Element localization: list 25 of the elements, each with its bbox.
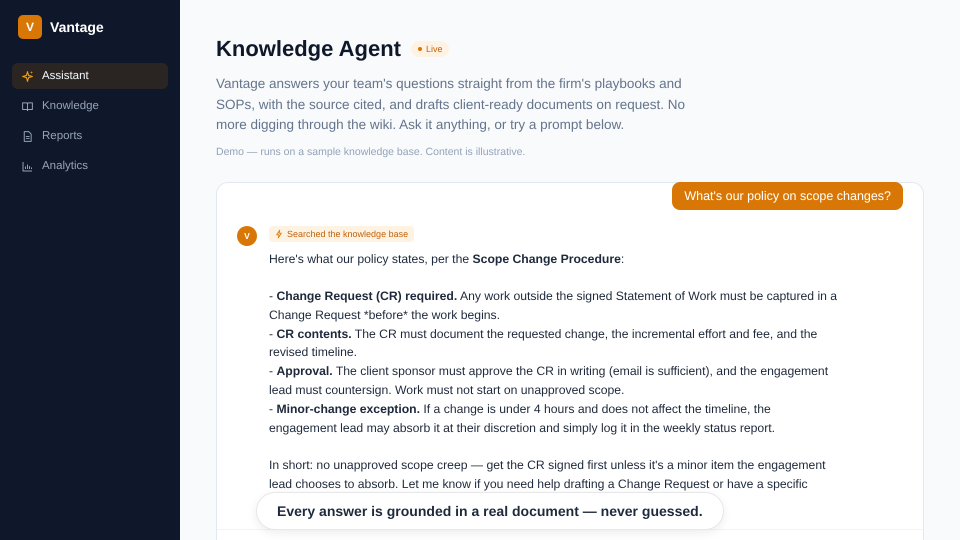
info-banner: Every answer is grounded in a real document — never guessed.: [256, 492, 724, 530]
sidebar-item[interactable]: Reports: [12, 123, 168, 149]
tool-badge: Searched the knowledge base: [269, 226, 414, 242]
document-icon: [21, 130, 34, 142]
bullet-point: - Change Request (CR) required. Any work outside the signed Statement of Work must be captured in a Change Request *before* the work begins.: [269, 288, 838, 324]
bullet-point: - Approval. The client sponsor must approve the CR in writing (email is sufficient), and the engagement lead must countersign. Work must not start on unapproved scope.: [269, 363, 830, 400]
book-icon: [21, 100, 34, 112]
description: Vantage answers your team's questions straight from the firm's playbooks and SOPs, with the source cited, and drafts client-ready documents on request. No more digging through the wiki. Ask it anything, or try a prompt below.: [216, 75, 686, 134]
answer-paragraph: In short: no unapproved scope creep — get the CR signed first unless it's a minor item the engagement lead chooses to absorb. Let me know if you need help drafting a Change Request or have a specific: [269, 457, 826, 494]
assistant-avatar: V: [237, 226, 257, 246]
answer-paragraph: Here's what our policy states, per the Scope Change Procedure:: [269, 250, 626, 268]
page-title: Knowledge Agent: [216, 36, 401, 62]
logo-icon: V: [18, 15, 42, 39]
brand-name: Vantage: [50, 19, 104, 35]
demo-note: Demo — runs on a sample knowledge base. Content is illustrative.: [216, 146, 526, 158]
bar-chart-icon: [21, 160, 34, 172]
bullet-point: - CR contents. The CR must document the requested change, the incremental effort and fee, and the revised timeline.: [269, 326, 818, 362]
sparkle-icon: [21, 70, 34, 82]
live-badge: Live: [410, 41, 450, 57]
sidebar-item[interactable]: Knowledge: [12, 93, 168, 119]
user-message: What's our policy on scope changes?: [672, 182, 903, 210]
bullet-point: - Minor-change exception. If a change is under 4 hours and does not affect the timeline, the engagement lead may absorb it at their discretion and simply log it in the weekly status report.: [269, 400, 776, 437]
sidebar-item[interactable]: Assistant: [12, 63, 168, 89]
sidebar-item[interactable]: Analytics: [12, 153, 168, 179]
bolt-icon: [275, 228, 283, 238]
